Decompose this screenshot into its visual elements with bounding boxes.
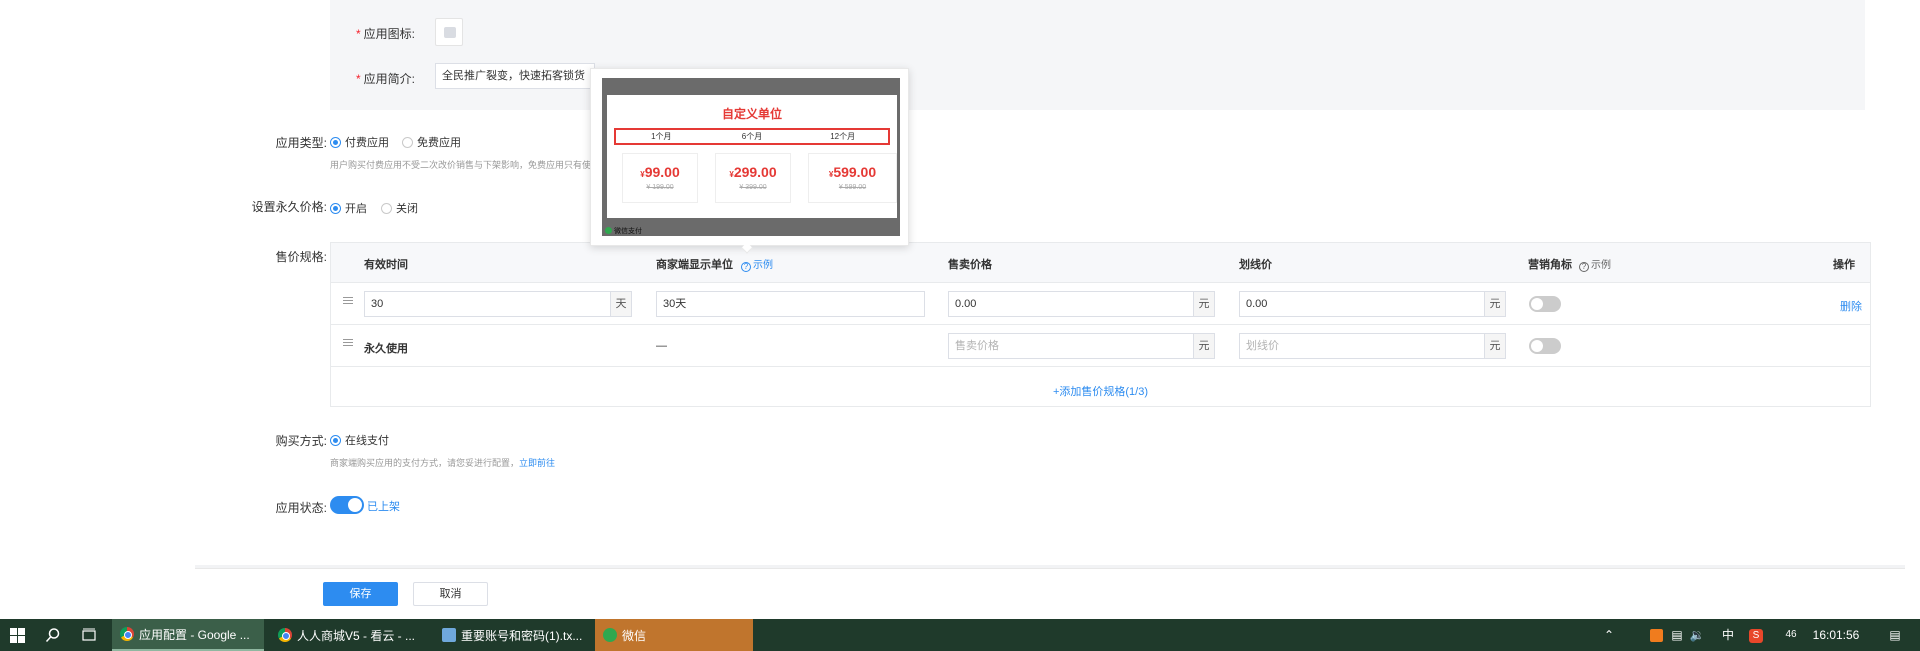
save-button[interactable]: 保存 bbox=[323, 582, 398, 606]
windows-start-icon[interactable] bbox=[10, 628, 25, 643]
page: * 应用图标: * 应用简介: 全民推广裂变，快速拓客锁货 应用类型: 付费应用 免… bbox=[0, 0, 1920, 619]
col-badge: 营销角标 bbox=[1528, 259, 1572, 271]
col-action: 操作 bbox=[1833, 259, 1855, 271]
radio-dot-icon bbox=[381, 202, 392, 214]
image-placeholder-icon bbox=[444, 27, 456, 38]
app-info-panel bbox=[330, 0, 1865, 110]
preview-price-card: ¥299.00 ¥ 399.00 bbox=[715, 153, 791, 203]
radio-perm-on[interactable]: 开启 bbox=[330, 200, 367, 216]
preview-tab: 1个月 bbox=[651, 132, 672, 141]
sogou-icon[interactable]: S bbox=[1748, 619, 1764, 651]
tray-badge[interactable]: 46 bbox=[1781, 619, 1801, 651]
radio-dot-icon bbox=[330, 434, 341, 446]
question-icon: ? bbox=[741, 262, 751, 272]
table-row: 永久使用 — 售卖价格 元 划线价 元 bbox=[331, 325, 1870, 367]
network-icon[interactable]: ▤ bbox=[1668, 619, 1686, 651]
ime-indicator[interactable]: 中 bbox=[1720, 619, 1736, 651]
preview-price-card: ¥599.00 ¥ 599.00 bbox=[808, 153, 897, 203]
radio-paid-app[interactable]: 付费应用 bbox=[330, 134, 389, 150]
preview-tab: 6个月 bbox=[741, 132, 763, 141]
unit-example-link[interactable]: ? 示例 bbox=[741, 256, 773, 272]
col-unit: 商家端显示单位 bbox=[656, 259, 733, 271]
purchase-label: 购买方式: bbox=[275, 434, 327, 448]
app-intro-label: * 应用简介: bbox=[355, 72, 415, 86]
app-icon-label: * 应用图标: bbox=[355, 27, 415, 41]
radio-dot-icon bbox=[402, 136, 413, 148]
goto-config-link[interactable]: 立即前往 bbox=[519, 458, 555, 468]
wechat-icon bbox=[605, 227, 612, 234]
preview-card: 自定义单位 1个月 6个月 12个月 ¥99.00 ¥ 199.00 ¥299.… bbox=[607, 95, 897, 218]
notepad-icon bbox=[442, 628, 456, 642]
radio-online-pay[interactable]: 在线支付 bbox=[330, 432, 389, 448]
right-scroll-gutter bbox=[1905, 0, 1920, 619]
badge-toggle[interactable] bbox=[1529, 296, 1561, 312]
radio-free-app[interactable]: 免费应用 bbox=[402, 134, 461, 150]
preview-price-card: ¥99.00 ¥ 199.00 bbox=[622, 153, 698, 203]
strike-price-input[interactable]: 0.00 bbox=[1239, 291, 1486, 317]
price-input[interactable]: 售卖价格 bbox=[948, 333, 1195, 359]
duration-suffix: 天 bbox=[610, 291, 632, 317]
footer-bar: 保存 取消 bbox=[195, 568, 1905, 619]
chrome-icon bbox=[278, 628, 292, 642]
permanent-label: 永久使用 bbox=[364, 343, 408, 355]
cancel-button[interactable]: 取消 bbox=[413, 582, 488, 606]
spec-label: 售价规格: bbox=[275, 250, 327, 264]
taskbar-wechat[interactable]: 微信 bbox=[595, 619, 753, 651]
tray-app-icon[interactable] bbox=[1648, 619, 1664, 651]
strike-price-input[interactable]: 划线价 bbox=[1239, 333, 1486, 359]
status-toggle[interactable] bbox=[330, 496, 364, 514]
radio-dot-icon bbox=[330, 202, 341, 214]
app-type-label: 应用类型: bbox=[275, 136, 327, 150]
status-label: 应用状态: bbox=[275, 501, 327, 515]
task-view-icon[interactable] bbox=[81, 627, 97, 643]
status-value: 已上架 bbox=[367, 501, 400, 513]
clock[interactable]: 16:01:56 bbox=[1810, 619, 1862, 651]
badge-toggle[interactable] bbox=[1529, 338, 1561, 354]
strike-price-suffix: 元 bbox=[1484, 333, 1506, 359]
badge-example-link[interactable]: ? 示例 bbox=[1579, 256, 1611, 272]
example-preview-image: 自定义单位 1个月 6个月 12个月 ¥99.00 ¥ 199.00 ¥299.… bbox=[602, 78, 900, 236]
chrome-icon bbox=[120, 627, 134, 641]
taskbar: 应用配置 - Google ... 人人商城V5 - 看云 - ... 重要账号… bbox=[0, 619, 1920, 651]
app-intro-input[interactable]: 全民推广裂变，快速拓客锁货 bbox=[435, 63, 595, 89]
drag-handle-icon[interactable] bbox=[343, 339, 353, 349]
taskbar-chrome-app-config[interactable]: 应用配置 - Google ... bbox=[112, 619, 264, 651]
table-row: 30 天 30天 0.00 元 0.00 元 删除 bbox=[331, 283, 1870, 325]
radio-perm-off[interactable]: 关闭 bbox=[381, 200, 418, 216]
drag-handle-icon[interactable] bbox=[343, 297, 353, 307]
unit-input[interactable]: 30天 bbox=[656, 291, 925, 317]
col-strike-price: 划线价 bbox=[1239, 259, 1272, 271]
app-type-hint: 用户购买付费应用不受二次改价销售与下架影响，免费应用只有使 bbox=[330, 160, 592, 170]
perm-price-label: 设置永久价格: bbox=[251, 200, 327, 214]
price-suffix: 元 bbox=[1193, 291, 1215, 317]
spec-table-header: 有效时间 商家端显示单位 ? 示例 售卖价格 划线价 营销角标 ? 示例 操作 bbox=[331, 243, 1870, 283]
preview-title: 自定义单位 bbox=[721, 107, 782, 121]
duration-input[interactable]: 30 bbox=[364, 291, 612, 317]
spec-table: 有效时间 商家端显示单位 ? 示例 售卖价格 划线价 营销角标 ? 示例 操作 30… bbox=[330, 242, 1871, 407]
radio-dot-icon bbox=[330, 136, 341, 148]
delete-link[interactable]: 删除 bbox=[1840, 298, 1862, 314]
strike-price-suffix: 元 bbox=[1484, 291, 1506, 317]
left-gutter bbox=[0, 0, 195, 619]
col-price: 售卖价格 bbox=[948, 259, 992, 271]
price-input[interactable]: 0.00 bbox=[948, 291, 1195, 317]
unit-example-popover: 自定义单位 1个月 6个月 12个月 ¥99.00 ¥ 199.00 ¥299.… bbox=[590, 68, 909, 254]
add-spec-link[interactable]: +添加售价规格(1/3) bbox=[331, 383, 1870, 399]
taskbar-chrome-kancloud[interactable]: 人人商城V5 - 看云 - ... bbox=[270, 619, 430, 651]
purchase-hint: 商家端购买应用的支付方式，请您妥进行配置，立即前往 bbox=[330, 458, 556, 468]
price-suffix: 元 bbox=[1193, 333, 1215, 359]
taskbar-notepad[interactable]: 重要账号和密码(1).tx... bbox=[434, 619, 594, 651]
preview-wechat-pay: 微信支付 bbox=[605, 226, 642, 236]
search-icon[interactable] bbox=[45, 627, 61, 643]
preview-tab: 12个月 bbox=[830, 132, 856, 141]
tray-expand-icon[interactable]: ⌃ bbox=[1598, 619, 1620, 651]
wechat-icon bbox=[603, 628, 617, 642]
col-duration: 有效时间 bbox=[364, 259, 408, 271]
app-icon-upload[interactable] bbox=[435, 18, 463, 46]
question-icon: ? bbox=[1579, 262, 1589, 272]
notification-icon[interactable]: ▤ bbox=[1886, 619, 1904, 651]
unit-empty: — bbox=[656, 340, 667, 352]
preview-tabs: 1个月 6个月 12个月 bbox=[614, 128, 890, 145]
volume-icon[interactable]: 🔉 bbox=[1688, 619, 1706, 651]
